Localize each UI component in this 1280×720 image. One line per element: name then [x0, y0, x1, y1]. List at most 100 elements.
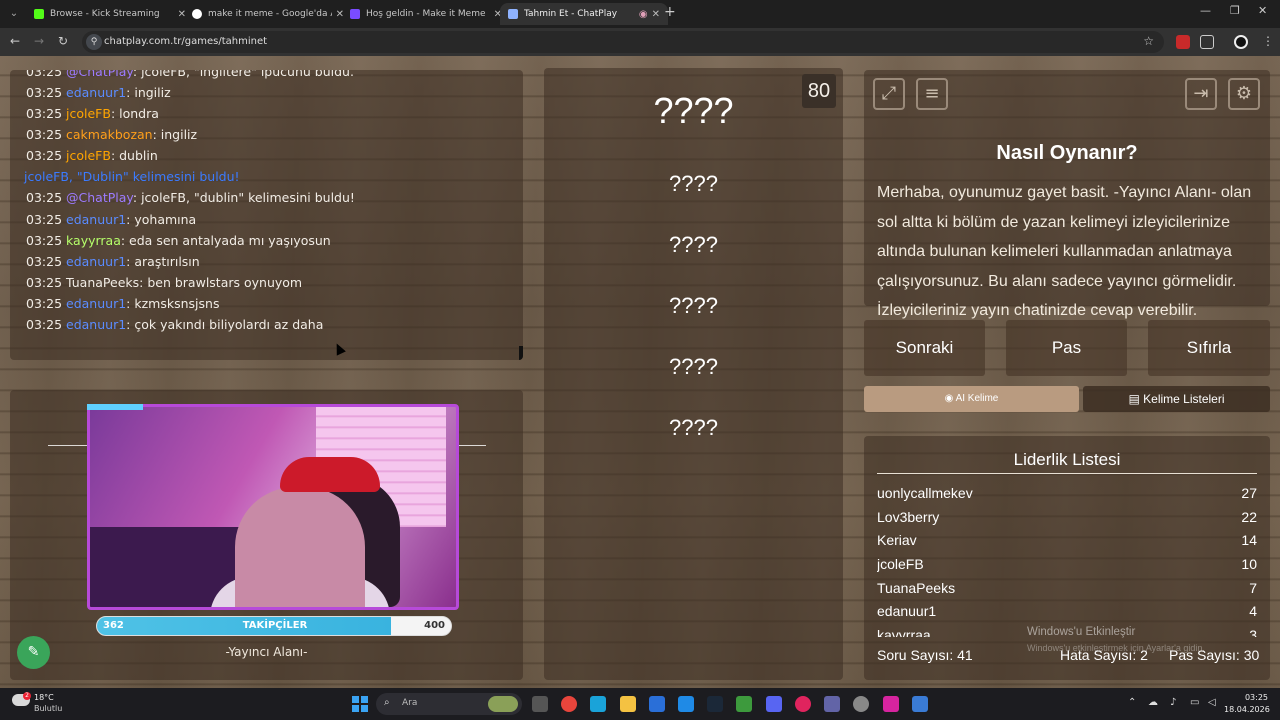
activate-windows-subtitle: Windows'u etkinleştirmek için Ayarlar'a … — [1027, 643, 1205, 653]
make-it-meme-icon — [350, 9, 360, 19]
word-lists-button[interactable]: ▤ Kelime Listeleri — [1083, 386, 1270, 412]
tab-chatplay[interactable]: Tahmin Et - ChatPlay ◉ ✕ — [500, 3, 668, 25]
notes-icon[interactable]: ≡ — [916, 78, 948, 110]
forbidden-word: ???? — [669, 293, 718, 318]
app-icon[interactable] — [795, 696, 811, 712]
volume-icon[interactable]: ◁ — [1208, 697, 1216, 708]
url-field[interactable]: ⚲ chatplay.com.tr/games/tahminet ☆ — [82, 31, 1164, 53]
ai-icon: ◉ — [944, 393, 956, 404]
reset-button[interactable]: Sıfırla — [1148, 320, 1270, 376]
list-icon: ▤ — [1128, 392, 1144, 406]
extension-icon[interactable] — [1176, 35, 1190, 49]
game-page: 03:25 @ChatPlay: jcoleFB, "ingiltere" ip… — [0, 56, 1280, 688]
forbidden-word: ???? — [669, 415, 718, 440]
how-to-play-title: Nasıl Oynanır? — [996, 142, 1138, 164]
chat-line: 03:25 kayyrraa: eda sen antalyada mı yaş… — [26, 233, 331, 248]
forward-icon[interactable]: → — [34, 34, 44, 48]
chrome-icon[interactable] — [561, 696, 577, 712]
leaderboard-title: Liderlik Listesi — [1013, 450, 1121, 469]
webcam-feed — [87, 404, 459, 610]
exit-icon[interactable]: ⇥ — [1185, 78, 1217, 110]
chat-line: 03:25 edanuur1: araştırılsın — [26, 254, 200, 269]
discord-icon[interactable] — [766, 696, 782, 712]
leaderboard-divider — [877, 473, 1257, 474]
main-word: ???? — [653, 90, 734, 131]
tab-title: Browse - Kick Streaming — [50, 9, 160, 19]
reload-icon[interactable]: ↻ — [58, 34, 68, 48]
profile-avatar-icon[interactable] — [1234, 35, 1248, 49]
leaderboard-row: Lov3berry 22 — [877, 509, 1257, 525]
app-icon[interactable] — [853, 696, 869, 712]
restore-icon[interactable]: ❐ — [1230, 4, 1240, 17]
streamer-area-label: -Yayıncı Alanı- — [225, 645, 308, 659]
close-window-icon[interactable]: ✕ — [1258, 4, 1267, 17]
task-view-icon[interactable] — [532, 696, 548, 712]
taskbar-search[interactable]: ⌕ Ara — [376, 693, 522, 715]
webcam-frame-accent — [87, 404, 143, 410]
url-text: chatplay.com.tr/games/tahminet — [104, 36, 268, 47]
chat-line: 03:25 TuanaPeeks: ben brawlstars oynuyom — [26, 275, 303, 290]
leaderboard-row: TuanaPeeks 7 — [877, 580, 1257, 596]
instagram-icon[interactable] — [883, 696, 899, 712]
settings-gear-icon[interactable]: ⚙ — [1228, 78, 1260, 110]
app-icon[interactable] — [590, 696, 606, 712]
next-button[interactable]: Sonraki — [864, 320, 985, 376]
site-info-icon[interactable]: ⚲ — [86, 34, 102, 50]
chat-line: 03:25 edanuur1: yohamına — [26, 212, 197, 227]
forbidden-word: ???? — [669, 232, 718, 257]
taskbar: 2 18°C Bulutlu ⌕ Ara ⌃ ☁ ♪ ▭ ◁ 03:25 18.… — [0, 688, 1280, 720]
close-tab-icon[interactable]: ✕ — [652, 9, 660, 20]
tab-make-it-meme[interactable]: Hoş geldin - Make it Meme ✕ — [342, 3, 510, 25]
forbidden-word: ???? — [669, 354, 718, 379]
tray-chevron-icon[interactable]: ⌃ — [1128, 697, 1136, 708]
tray-mic-icon[interactable]: ♪ — [1170, 697, 1176, 708]
network-icon[interactable]: ▭ — [1190, 697, 1199, 708]
kick-icon — [34, 9, 44, 19]
webcam-santa-hat — [280, 457, 380, 492]
search-icon: ⌕ — [384, 697, 390, 708]
minecraft-icon[interactable] — [736, 696, 752, 712]
weather-badge: 2 — [23, 692, 31, 700]
tab-title: Hoş geldin - Make it Meme — [366, 9, 486, 19]
ai-word-label: AI Kelime — [955, 393, 999, 404]
chat-scrollbar[interactable] — [519, 346, 523, 360]
tab-google[interactable]: make it meme - Google'da Ara ✕ — [184, 3, 352, 25]
tab-search-icon[interactable]: ⌄ — [6, 6, 22, 22]
steam-icon[interactable] — [707, 696, 723, 712]
windows-start-icon[interactable] — [352, 696, 368, 712]
google-icon — [192, 9, 202, 19]
fullscreen-icon[interactable]: ⤢ — [873, 78, 905, 110]
chat-line: 03:25 jcoleFB: londra — [26, 106, 159, 121]
bookmark-star-icon[interactable]: ☆ — [1143, 34, 1154, 48]
chat-line: 03:25 jcoleFB: dublin — [26, 148, 158, 163]
file-explorer-icon[interactable] — [620, 696, 636, 712]
leaderboard-list[interactable]: uonlycallmekev 27 Lov3berry 22 Keriav 14 jc… — [877, 481, 1257, 637]
clock-time[interactable]: 03:25 — [1224, 693, 1268, 702]
extensions-puzzle-icon[interactable] — [1200, 35, 1214, 49]
store-icon[interactable] — [649, 696, 665, 712]
minimize-icon[interactable]: — — [1200, 4, 1211, 17]
app-icon[interactable] — [912, 696, 928, 712]
activate-windows-title: Windows'u Etkinleştir — [1027, 626, 1136, 638]
tray-app-icon[interactable]: ☁ — [1148, 697, 1158, 708]
mail-icon[interactable] — [678, 696, 694, 712]
clock-date[interactable]: 18.04.2026 — [1224, 705, 1270, 714]
new-tab-icon[interactable]: + — [664, 4, 676, 20]
pass-button[interactable]: Pas — [1006, 320, 1127, 376]
chat-line: 03:25 cakmakbozan: ingiliz — [26, 127, 198, 142]
divider — [48, 445, 88, 446]
menu-kebab-icon[interactable]: ⋮ — [1262, 34, 1274, 48]
teams-icon[interactable] — [824, 696, 840, 712]
forbidden-word: ???? — [669, 171, 718, 196]
microphone-icon[interactable]: ✎ — [17, 636, 50, 669]
chat-panel: 03:25 @ChatPlay: jcoleFB, "ingiltere" ip… — [10, 70, 523, 360]
ai-word-button[interactable]: ◉ AI Kelime — [864, 386, 1079, 412]
weather-desc: Bulutlu — [34, 704, 63, 713]
chat-line: 03:25 @ChatPlay: jcoleFB, "dublin" kelim… — [26, 190, 355, 205]
chat-line: 03:25 @ChatPlay: jcoleFB, "ingiltere" ip… — [26, 70, 354, 79]
tab-kick[interactable]: Browse - Kick Streaming ✕ — [26, 3, 194, 25]
chatplay-icon — [508, 9, 518, 19]
back-icon[interactable]: ← — [10, 34, 20, 48]
leaderboard-row: Keriav 14 — [877, 532, 1257, 548]
tab-title: Tahmin Et - ChatPlay — [524, 9, 618, 19]
